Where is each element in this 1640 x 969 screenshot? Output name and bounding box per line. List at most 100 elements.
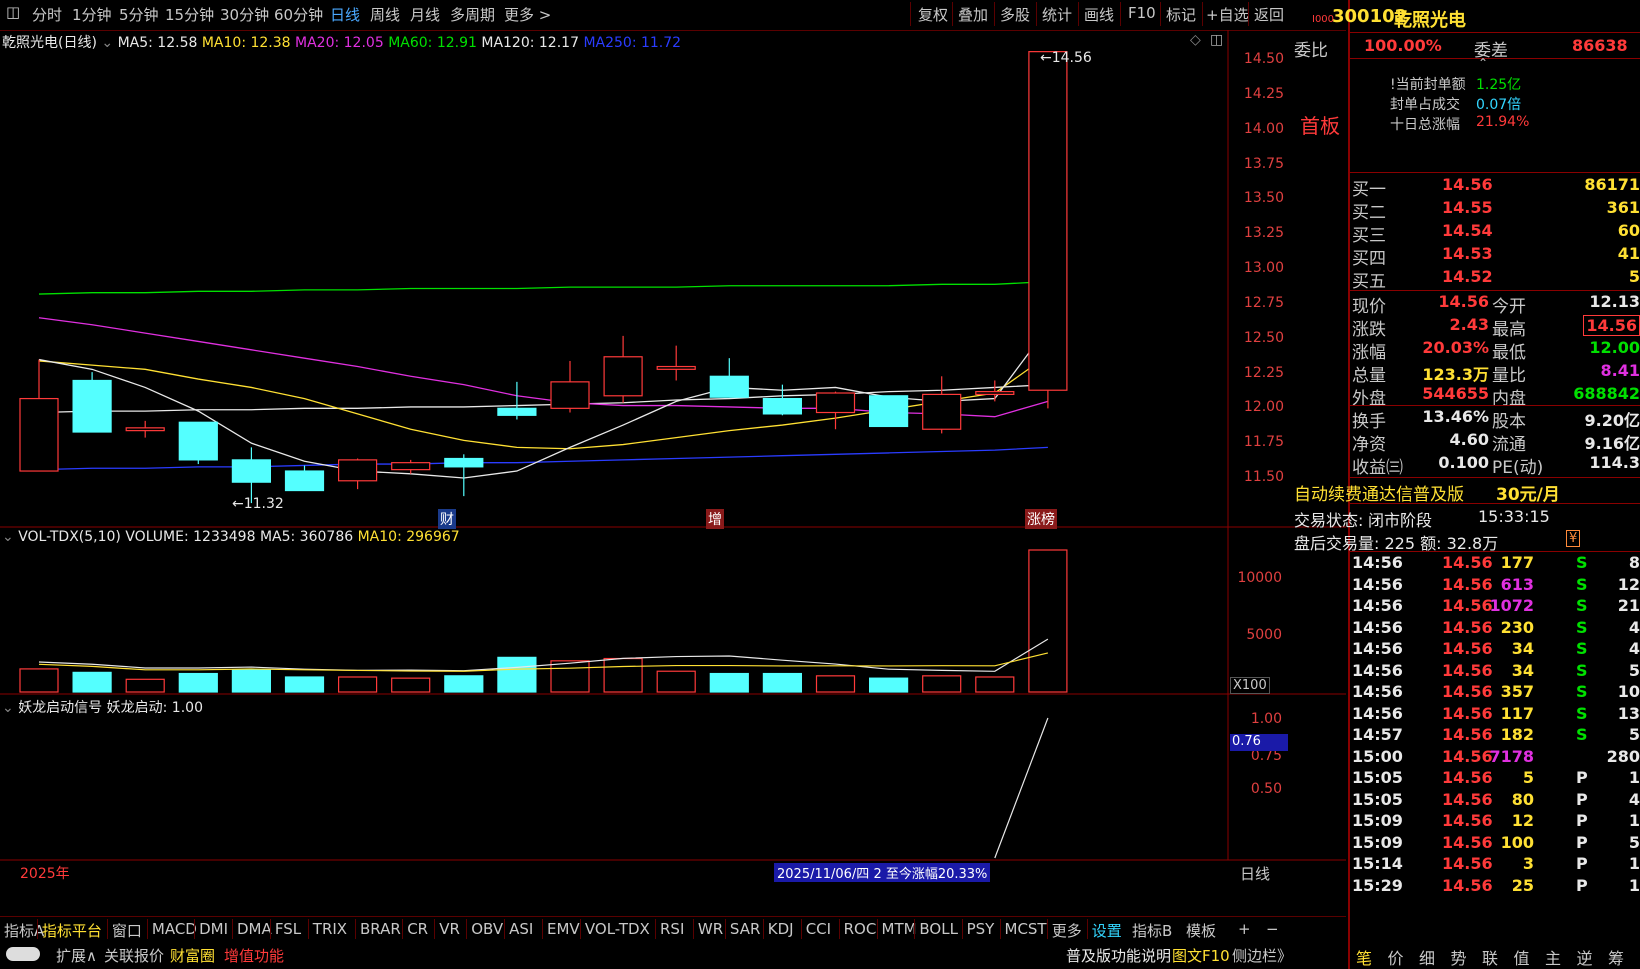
indicator-tab[interactable]: RSI xyxy=(660,920,684,938)
indicator-tab[interactable]: 指标A xyxy=(4,920,44,941)
bid-row[interactable]: 买四 14.53 41 xyxy=(1350,244,1640,269)
indicator-tab[interactable]: 设置 xyxy=(1092,920,1122,941)
tick-price: 14.56 xyxy=(1442,789,1493,809)
event-marker-limit-up-list[interactable]: 涨榜 xyxy=(1025,509,1057,529)
candle-body xyxy=(1028,51,1068,391)
right-tab[interactable]: 主 xyxy=(1545,945,1561,969)
indicator-tab[interactable]: ASI xyxy=(509,920,533,938)
indicator-tab[interactable]: ROC xyxy=(844,920,877,938)
related-quote-button[interactable]: 关联报价 xyxy=(104,945,164,966)
period-label[interactable]: 日线 xyxy=(1240,863,1270,884)
tick-direction: P xyxy=(1576,875,1588,895)
market-tag: I000 xyxy=(1312,14,1335,25)
quote-label: 最低 xyxy=(1492,343,1526,363)
indicator-tab[interactable]: SAR xyxy=(730,920,760,938)
indicator-right-button[interactable]: 模板 xyxy=(1186,920,1216,941)
bid-row[interactable]: 买二 14.55 361 xyxy=(1350,198,1640,223)
indicator-tab[interactable]: BRAR xyxy=(360,920,401,938)
seal-ratio-value: 0.07倍 xyxy=(1476,97,1522,113)
promo-text[interactable]: 自动续费通达信普及版 xyxy=(1294,480,1464,505)
signal-axis-1: 1.00 xyxy=(1250,711,1282,727)
indicator-tab[interactable]: 指标平台 xyxy=(42,920,102,941)
event-marker-increase[interactable]: 增 xyxy=(706,509,724,529)
price-axis-label: 13.75 xyxy=(1243,155,1284,172)
tick-price: 14.56 xyxy=(1442,768,1493,787)
indicator-tab[interactable]: BOLL xyxy=(919,920,958,938)
f10-graphic-link[interactable]: 图文F10 xyxy=(1172,945,1230,966)
right-tab[interactable]: 值 xyxy=(1514,945,1530,969)
bid-row[interactable]: 买五 14.52 5 xyxy=(1350,267,1640,292)
indicator-tab[interactable]: WR xyxy=(698,920,723,938)
wealth-circle-button[interactable]: 财富圈 xyxy=(170,945,215,966)
bid-row[interactable]: 买三 14.54 60 xyxy=(1350,221,1640,246)
tick-price: 14.56 xyxy=(1442,639,1493,658)
indicator-tab[interactable]: CR xyxy=(407,920,428,938)
indicator-tab[interactable]: DMA xyxy=(237,920,272,938)
kline-chart[interactable] xyxy=(0,0,1346,916)
bid-row[interactable]: 买一 14.56 86171 xyxy=(1350,175,1640,200)
candle-body xyxy=(709,375,749,398)
feature-guide-link[interactable]: 普及版功能说明 xyxy=(1066,945,1171,966)
tick-time: 14:56 xyxy=(1352,703,1403,723)
currency-icon[interactable]: ¥ xyxy=(1566,530,1581,547)
indicator-tab[interactable]: MACD xyxy=(152,920,197,938)
right-tab[interactable]: 笔 xyxy=(1356,945,1372,969)
indicator-tab[interactable]: 窗口 xyxy=(112,920,142,941)
indicator-right-button[interactable]: 指标B xyxy=(1132,920,1172,941)
tick-direction: P xyxy=(1576,789,1588,809)
indicator-tab[interactable]: MTM xyxy=(882,920,917,938)
indicator-tab[interactable]: MCST xyxy=(1005,920,1047,938)
tick-time: 14:57 xyxy=(1352,725,1403,744)
chevron-down-icon[interactable]: ⌄ xyxy=(2,700,14,716)
right-tab[interactable]: 势 xyxy=(1451,945,1467,969)
volume-bar xyxy=(178,672,218,693)
tick-count: 5 xyxy=(1628,832,1640,852)
price-axis-label: 12.25 xyxy=(1243,364,1284,381)
quote-label: 涨幅 xyxy=(1352,343,1386,363)
tick-volume: 100 xyxy=(1500,832,1534,852)
indicator-right-button[interactable]: − xyxy=(1266,920,1279,938)
right-tab[interactable]: 细 xyxy=(1419,945,1435,969)
indicator-tab[interactable]: TRIX xyxy=(313,920,347,938)
vol-ma5: MA5: 360786 xyxy=(259,529,354,545)
tick-time: 15:05 xyxy=(1352,768,1403,787)
chevron-down-icon[interactable]: ⌄ xyxy=(2,529,14,545)
tick-direction: S xyxy=(1576,725,1588,744)
indicator-tab[interactable]: OBV xyxy=(471,920,503,938)
indicator-tab[interactable]: CCI xyxy=(806,920,831,938)
bid-volume: 86171 xyxy=(1584,175,1640,194)
indicator-tab[interactable]: PSY xyxy=(967,920,995,938)
tick-volume: 182 xyxy=(1500,725,1534,744)
indicator-tab[interactable]: 更多 xyxy=(1052,920,1082,941)
promo-price[interactable]: 30元/月 xyxy=(1496,480,1560,505)
event-marker-finance[interactable]: 财 xyxy=(438,509,456,529)
right-tab[interactable]: 筹 xyxy=(1608,945,1624,969)
right-tab[interactable]: 联 xyxy=(1482,945,1498,969)
bid-label: 买一 xyxy=(1352,180,1386,200)
candle-body xyxy=(922,393,962,430)
indicator-tab[interactable]: DMI xyxy=(199,920,228,938)
right-tab[interactable]: 价 xyxy=(1388,945,1404,969)
trade-status-time: 15:33:15 xyxy=(1478,507,1550,526)
indicator-tab[interactable]: EMV xyxy=(547,920,580,938)
indicator-tab[interactable]: VOL-TDX xyxy=(585,920,650,938)
indicator-tab[interactable]: VR xyxy=(439,920,460,938)
bid-price: 14.53 xyxy=(1442,244,1493,263)
value-added-button[interactable]: 增值功能 xyxy=(224,945,284,966)
indicator-tab[interactable]: FSL xyxy=(275,920,301,938)
weibi-value: 100.00% xyxy=(1364,36,1442,55)
fundamental-label: 换手 xyxy=(1352,412,1386,432)
indicator-right-button[interactable]: + xyxy=(1238,920,1251,938)
sidebar-link[interactable]: 侧边栏》 xyxy=(1232,945,1292,966)
expand-button[interactable]: 扩展∧ xyxy=(56,945,97,966)
bid-price: 14.54 xyxy=(1442,221,1493,240)
toggle-switch[interactable] xyxy=(6,947,40,961)
quote-value: 544655 xyxy=(1422,384,1489,403)
candle-body xyxy=(762,397,803,415)
bid-label: 买四 xyxy=(1352,249,1386,269)
indicator-tab[interactable]: KDJ xyxy=(768,920,794,938)
right-tab[interactable]: 逆 xyxy=(1577,945,1593,969)
quote-value: 123.3万 xyxy=(1422,365,1489,384)
price-axis-label: 14.50 xyxy=(1243,51,1284,67)
chevron-up-icon[interactable]: ⌃ xyxy=(1478,56,1488,70)
